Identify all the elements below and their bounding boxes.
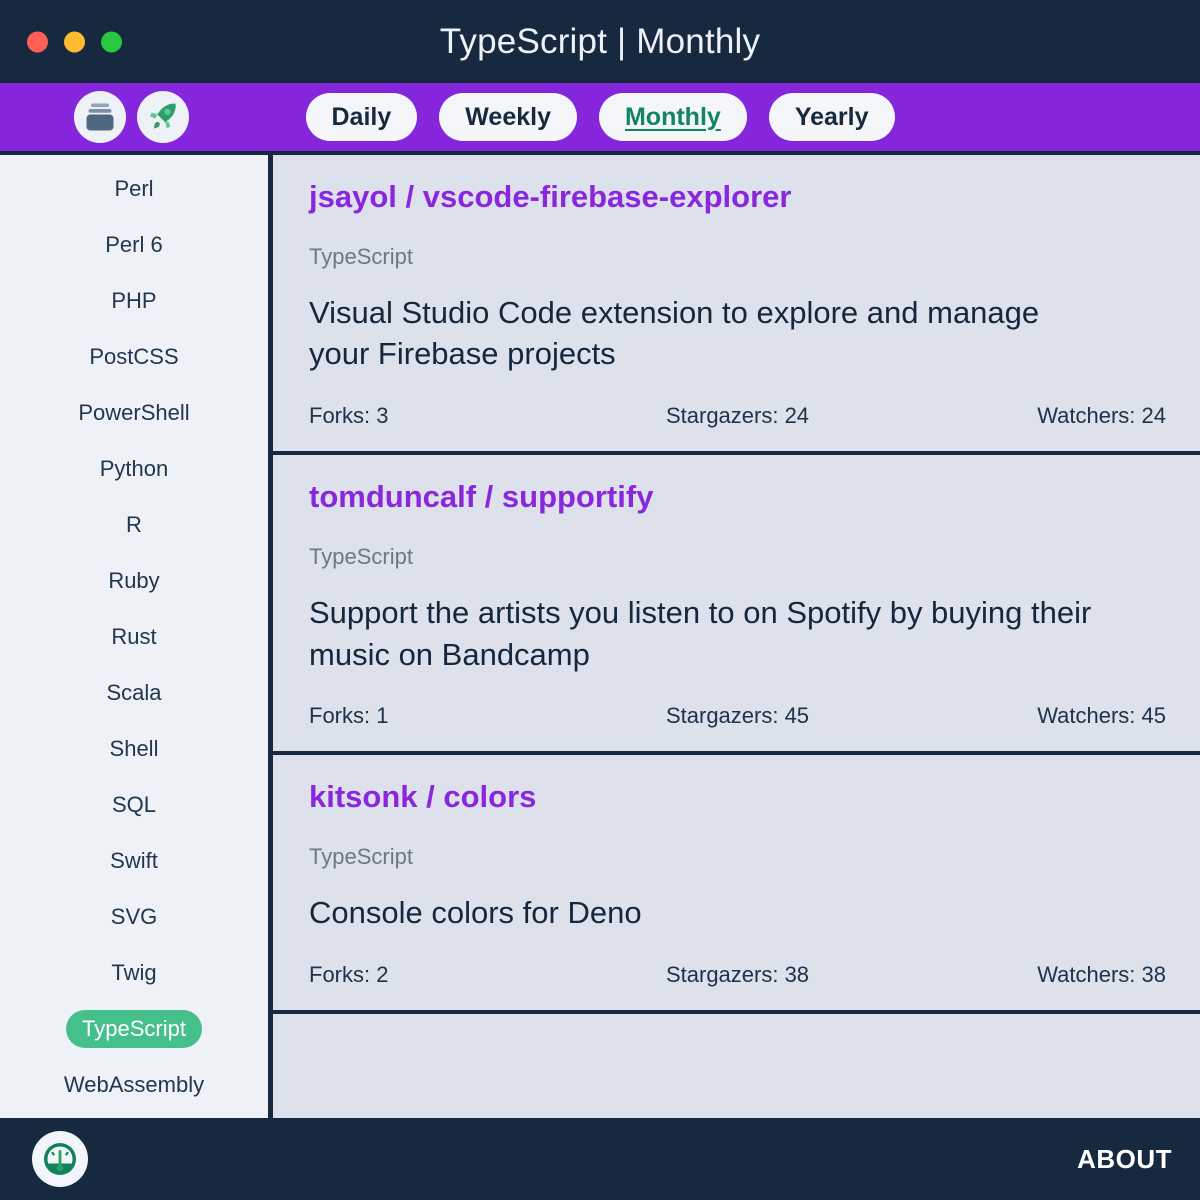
repo-stargazers: Stargazers: 38 bbox=[665, 961, 810, 987]
sidebar-item-label: SQL bbox=[111, 792, 157, 817]
repo-description: Support the artists you listen to on Spo… bbox=[309, 594, 1092, 672]
nav-pill-daily[interactable]: Daily bbox=[305, 93, 418, 141]
sidebar-item-postcss[interactable]: PostCSS bbox=[0, 329, 268, 385]
sidebar-item-swift[interactable]: Swift bbox=[0, 833, 268, 889]
sidebar-item-webassembly[interactable]: WebAssembly bbox=[0, 1057, 268, 1113]
sidebar-item-rust[interactable]: Rust bbox=[0, 609, 268, 665]
repo-watchers: Watchers: 45 bbox=[1037, 703, 1167, 729]
sidebar-item-label: R bbox=[126, 512, 142, 537]
nav-pill-monthly[interactable]: Monthly bbox=[598, 93, 747, 141]
archive-icon-button[interactable] bbox=[74, 91, 126, 143]
sidebar-item-label: Shell bbox=[109, 736, 159, 761]
repo-watchers: Watchers: 38 bbox=[1037, 961, 1167, 987]
sidebar-item-label: WebAssembly bbox=[63, 1072, 205, 1097]
sidebar-item-label: Twig bbox=[111, 960, 157, 985]
sidebar-item-perl[interactable]: Perl bbox=[0, 161, 268, 217]
sidebar-item-label: PowerShell bbox=[78, 400, 190, 425]
sidebar-item-label: Swift bbox=[110, 848, 158, 873]
sidebar-item-label: PHP bbox=[111, 288, 157, 313]
sidebar-item-python[interactable]: Python bbox=[0, 441, 268, 497]
repo-description: Visual Studio Code extension to explore … bbox=[309, 294, 1040, 372]
toolbar: Daily Weekly Monthly Yearly bbox=[0, 83, 1200, 155]
repo-forks: Forks: 1 bbox=[309, 703, 389, 729]
repo-description: Console colors for Deno bbox=[309, 895, 642, 931]
sidebar-item-label: Perl 6 bbox=[105, 232, 163, 257]
repo-stargazers: Stargazers: 45 bbox=[665, 703, 810, 729]
nav-pill-weekly[interactable]: Weekly bbox=[439, 93, 577, 141]
repo-stats: Forks: 3 Stargazers: 24 Watchers: 24 bbox=[309, 403, 1166, 429]
app-window: TypeScript | Monthly Daily Weekly Monthl… bbox=[0, 0, 1200, 1200]
maximize-window-button[interactable] bbox=[101, 31, 122, 52]
period-nav: Daily Weekly Monthly Yearly bbox=[305, 93, 895, 141]
sidebar-item-label: Rust bbox=[111, 624, 157, 649]
sidebar-item-label: Python bbox=[99, 456, 169, 481]
close-window-button[interactable] bbox=[27, 31, 48, 52]
sidebar-item-typescript[interactable]: TypeScript bbox=[0, 1001, 268, 1057]
sidebar-item-shell[interactable]: Shell bbox=[0, 721, 268, 777]
sidebar-item-perl-6[interactable]: Perl 6 bbox=[0, 217, 268, 273]
title-bar: TypeScript | Monthly bbox=[0, 0, 1200, 83]
body-area: Perl Perl 6 PHP PostCSS PowerShell Pytho… bbox=[0, 155, 1200, 1118]
repo-list: jsayol / vscode-firebase-explorer TypeSc… bbox=[273, 155, 1200, 1118]
repo-language: TypeScript bbox=[309, 543, 413, 569]
repo-language: TypeScript bbox=[309, 243, 413, 269]
app-logo-button[interactable] bbox=[32, 1131, 88, 1187]
repo-stats: Forks: 2 Stargazers: 38 Watchers: 38 bbox=[309, 962, 1166, 988]
sidebar-item-sql[interactable]: SQL bbox=[0, 777, 268, 833]
sidebar-item-twig[interactable]: Twig bbox=[0, 945, 268, 1001]
language-sidebar[interactable]: Perl Perl 6 PHP PostCSS PowerShell Pytho… bbox=[0, 155, 273, 1118]
window-title: TypeScript | Monthly bbox=[439, 21, 761, 61]
sidebar-item-label: PostCSS bbox=[89, 344, 179, 369]
repo-link[interactable]: tomduncalf / supportify bbox=[309, 481, 653, 514]
sidebar-item-svg[interactable]: SVG bbox=[0, 889, 268, 945]
repo-card: tomduncalf / supportify TypeScript Suppo… bbox=[273, 455, 1200, 756]
nav-pill-yearly[interactable]: Yearly bbox=[768, 93, 895, 141]
rocket-icon-button[interactable] bbox=[137, 91, 189, 143]
archive-icon bbox=[86, 103, 114, 131]
about-link[interactable]: ABOUT bbox=[1077, 1144, 1172, 1175]
toolbar-icon-group bbox=[74, 91, 189, 143]
gauge-icon bbox=[44, 1143, 76, 1175]
repo-card: kitsonk / colors TypeScript Console colo… bbox=[273, 755, 1200, 1014]
repo-forks: Forks: 3 bbox=[309, 403, 389, 429]
repo-language: TypeScript bbox=[309, 844, 413, 870]
sidebar-item-r[interactable]: R bbox=[0, 497, 268, 553]
sidebar-item-label: SVG bbox=[110, 904, 158, 929]
sidebar-item-powershell[interactable]: PowerShell bbox=[0, 385, 268, 441]
sidebar-item-scala[interactable]: Scala bbox=[0, 665, 268, 721]
sidebar-item-label: Perl bbox=[114, 176, 154, 201]
repo-stats: Forks: 1 Stargazers: 45 Watchers: 45 bbox=[309, 703, 1166, 729]
repo-link[interactable]: jsayol / vscode-firebase-explorer bbox=[309, 180, 791, 214]
footer-bar: ABOUT bbox=[0, 1118, 1200, 1200]
sidebar-item-ruby[interactable]: Ruby bbox=[0, 553, 268, 609]
traffic-lights bbox=[27, 31, 122, 52]
repo-link[interactable]: kitsonk / colors bbox=[309, 781, 536, 814]
rocket-icon bbox=[150, 103, 176, 129]
sidebar-item-label: Ruby bbox=[108, 568, 160, 593]
sidebar-item-label: Scala bbox=[106, 680, 162, 705]
repo-watchers: Watchers: 24 bbox=[1037, 403, 1167, 429]
repo-card: jsayol / vscode-firebase-explorer TypeSc… bbox=[273, 155, 1200, 456]
sidebar-item-php[interactable]: PHP bbox=[0, 273, 268, 329]
repo-stargazers: Stargazers: 24 bbox=[665, 403, 810, 429]
repo-forks: Forks: 2 bbox=[309, 961, 389, 987]
minimize-window-button[interactable] bbox=[64, 31, 85, 52]
sidebar-item-label: TypeScript bbox=[66, 1010, 202, 1048]
